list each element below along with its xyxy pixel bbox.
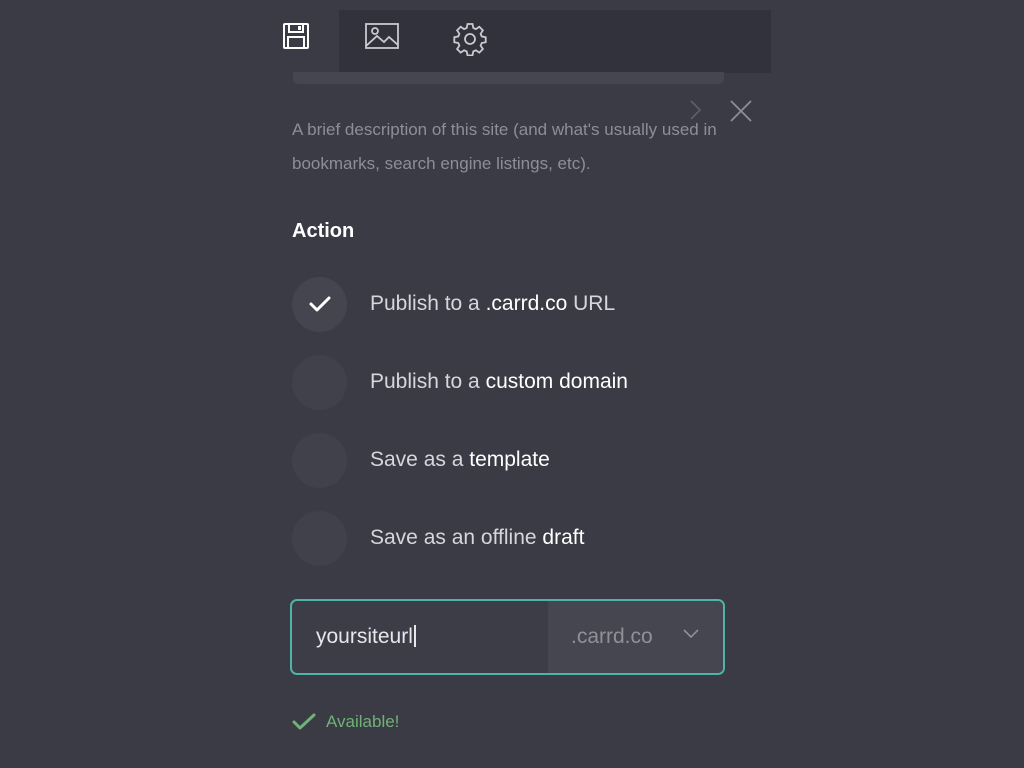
option-label-emphasis: custom domain [485, 370, 628, 393]
tab-save[interactable] [266, 10, 326, 73]
tab-settings[interactable] [440, 10, 500, 73]
option-publish-carrd[interactable]: Publish to a .carrd.co URL [292, 276, 615, 332]
option-label: Publish to a custom domain [370, 370, 628, 394]
radio-save-offline-draft[interactable] [292, 510, 347, 566]
option-label: Publish to a .carrd.co URL [370, 292, 615, 316]
option-label-prefix: Publish to a [370, 292, 486, 315]
text-caret [413, 625, 416, 647]
domain-select-value: .carrd.co [571, 625, 653, 648]
option-label: Save as an offline draft [370, 526, 584, 550]
tab-images[interactable] [352, 10, 412, 73]
publish-panel: A brief description of this site (and wh… [0, 0, 1024, 768]
toolbar [266, 10, 771, 73]
option-label-prefix: Publish to a [370, 370, 486, 393]
option-save-template[interactable]: Save as a template [292, 432, 550, 488]
checkmark-icon [309, 296, 330, 312]
field-description: A brief description of this site (and wh… [292, 120, 717, 173]
description-field[interactable] [293, 72, 724, 84]
option-label-prefix: Save as an offline [370, 526, 543, 549]
check-icon [292, 713, 316, 730]
availability-status: Available! [292, 712, 399, 732]
option-label-prefix: Save as a [370, 448, 470, 471]
image-icon [365, 23, 399, 49]
option-label-suffix: URL [567, 292, 616, 315]
option-label-emphasis: template [469, 448, 550, 471]
option-label-emphasis: draft [542, 526, 585, 549]
option-label-emphasis: .carrd.co [485, 292, 568, 315]
availability-text: Available! [326, 712, 400, 731]
save-icon [283, 23, 309, 49]
action-heading: Action [292, 220, 355, 242]
gear-icon [453, 23, 487, 56]
domain-select[interactable]: .carrd.co [548, 601, 723, 673]
chevron-down-icon [683, 629, 699, 639]
site-url-field: yoursiteurl .carrd.co [290, 599, 725, 675]
option-publish-custom-domain[interactable]: Publish to a custom domain [292, 354, 628, 410]
radio-save-template[interactable] [292, 432, 347, 488]
radio-publish-custom-domain[interactable] [292, 354, 347, 410]
radio-publish-carrd[interactable] [292, 276, 347, 332]
site-url-value: yoursiteurl [316, 625, 413, 648]
site-url-input[interactable]: yoursiteurl [292, 601, 548, 673]
option-save-offline-draft[interactable]: Save as an offline draft [292, 510, 584, 566]
option-label: Save as a template [370, 448, 550, 472]
